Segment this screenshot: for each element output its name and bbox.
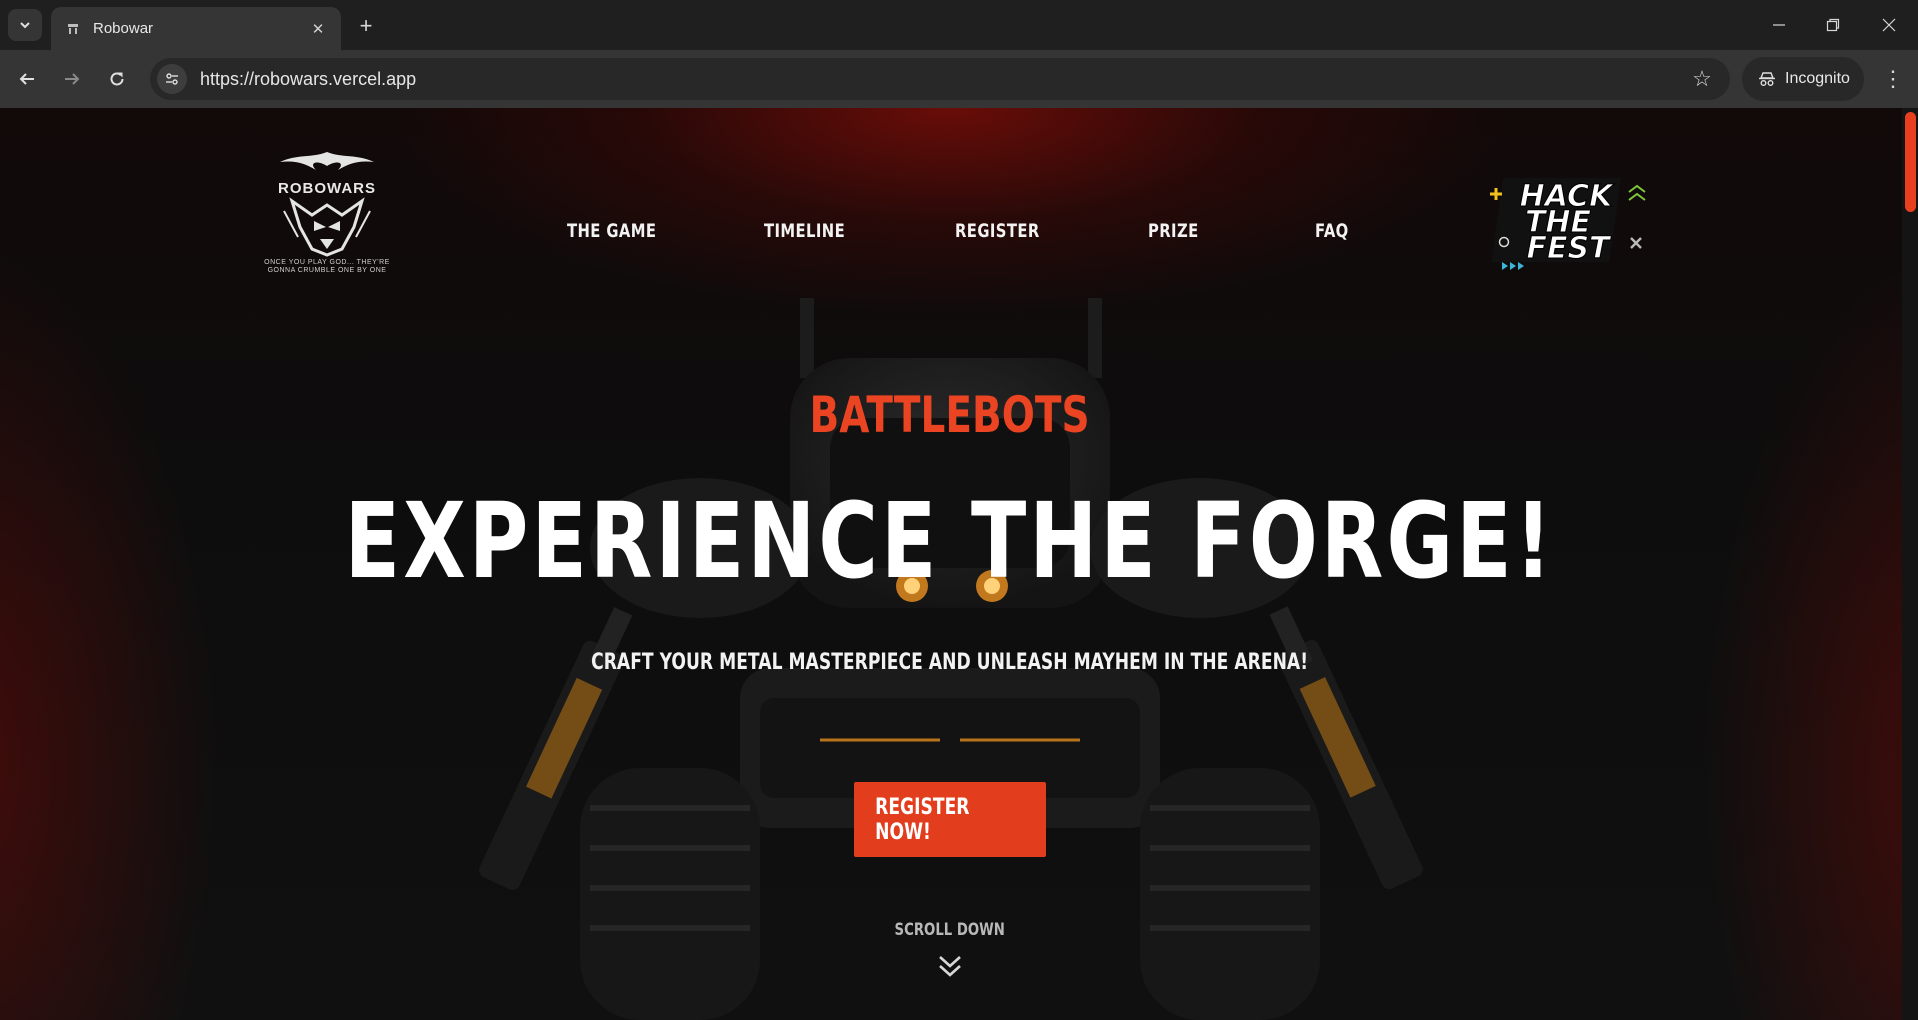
browser-tab[interactable]: Robowar ✕ xyxy=(51,7,341,50)
new-tab-plus-icon[interactable]: + xyxy=(352,12,380,40)
chevron-down-icon xyxy=(20,22,30,29)
scrollbar-thumb[interactable] xyxy=(1905,112,1916,212)
close-tab-icon[interactable]: ✕ xyxy=(307,18,329,40)
page-scrollbar[interactable] xyxy=(1902,108,1918,1020)
page-viewport: ROBOWARS ONCE YOU PLAY GOD... THEY'RE GO… xyxy=(0,108,1918,1020)
restore-icon[interactable] xyxy=(1816,10,1850,40)
reload-icon[interactable] xyxy=(99,61,135,97)
incognito-label: Incognito xyxy=(1785,70,1850,87)
tab-search-button[interactable] xyxy=(8,9,42,41)
incognito-icon xyxy=(1759,72,1775,86)
nav-link-timeline[interactable]: TIMELINE xyxy=(764,220,845,242)
forward-arrow-icon[interactable] xyxy=(54,61,90,97)
url-text: https://robowars.vercel.app xyxy=(200,68,417,89)
hero-headline: EXPERIENCE THE FORGE! xyxy=(344,480,1556,602)
register-now-button[interactable]: REGISTER NOW! xyxy=(854,782,1046,857)
page-favicon-icon xyxy=(65,21,81,37)
nav-link-register[interactable]: REGISTER xyxy=(955,220,1040,242)
logo-tagline: ONCE YOU PLAY GOD... THEY'RE GONNA CRUMB… xyxy=(264,259,390,274)
tab-title: Robowar xyxy=(93,20,154,37)
double-chevron-down-icon[interactable] xyxy=(935,951,965,981)
hack-the-fest-line-3: FEST xyxy=(1526,231,1612,266)
browser-tab-strip: Robowar ✕ + xyxy=(0,0,1918,50)
back-arrow-icon[interactable] xyxy=(9,61,45,97)
bookmark-star-icon[interactable]: ☆ xyxy=(1684,61,1720,97)
register-now-label: REGISTER NOW! xyxy=(875,794,970,845)
site-settings-icon[interactable] xyxy=(157,64,187,94)
logo-wordmark: ROBOWARS xyxy=(278,180,376,197)
hero-kicker: BATTLEBOTS xyxy=(809,386,1091,444)
hero-subheadline: CRAFT YOUR METAL MASTERPIECE AND UNLEASH… xyxy=(591,650,1309,675)
tribal-wings-icon xyxy=(280,152,374,170)
nav-link-the-game[interactable]: THE GAME xyxy=(567,220,656,242)
close-window-icon[interactable] xyxy=(1872,10,1906,40)
minimize-icon[interactable] xyxy=(1762,10,1796,40)
more-menu-icon[interactable]: ⋮ xyxy=(1876,61,1910,97)
incognito-badge[interactable]: Incognito xyxy=(1742,57,1864,101)
scroll-down-label[interactable]: SCROLL DOWN xyxy=(0,920,1900,940)
nav-link-prize[interactable]: PRIZE xyxy=(1148,220,1199,242)
robowars-logo[interactable]: ROBOWARS ONCE YOU PLAY GOD... THEY'RE GO… xyxy=(252,148,402,278)
address-bar[interactable]: https://robowars.vercel.app ☆ xyxy=(150,58,1730,100)
browser-toolbar: https://robowars.vercel.app ☆ Incognito … xyxy=(0,50,1918,108)
hack-the-fest-logo[interactable]: HACK THE FEST xyxy=(1486,172,1646,272)
nav-link-faq[interactable]: FAQ xyxy=(1315,220,1349,242)
